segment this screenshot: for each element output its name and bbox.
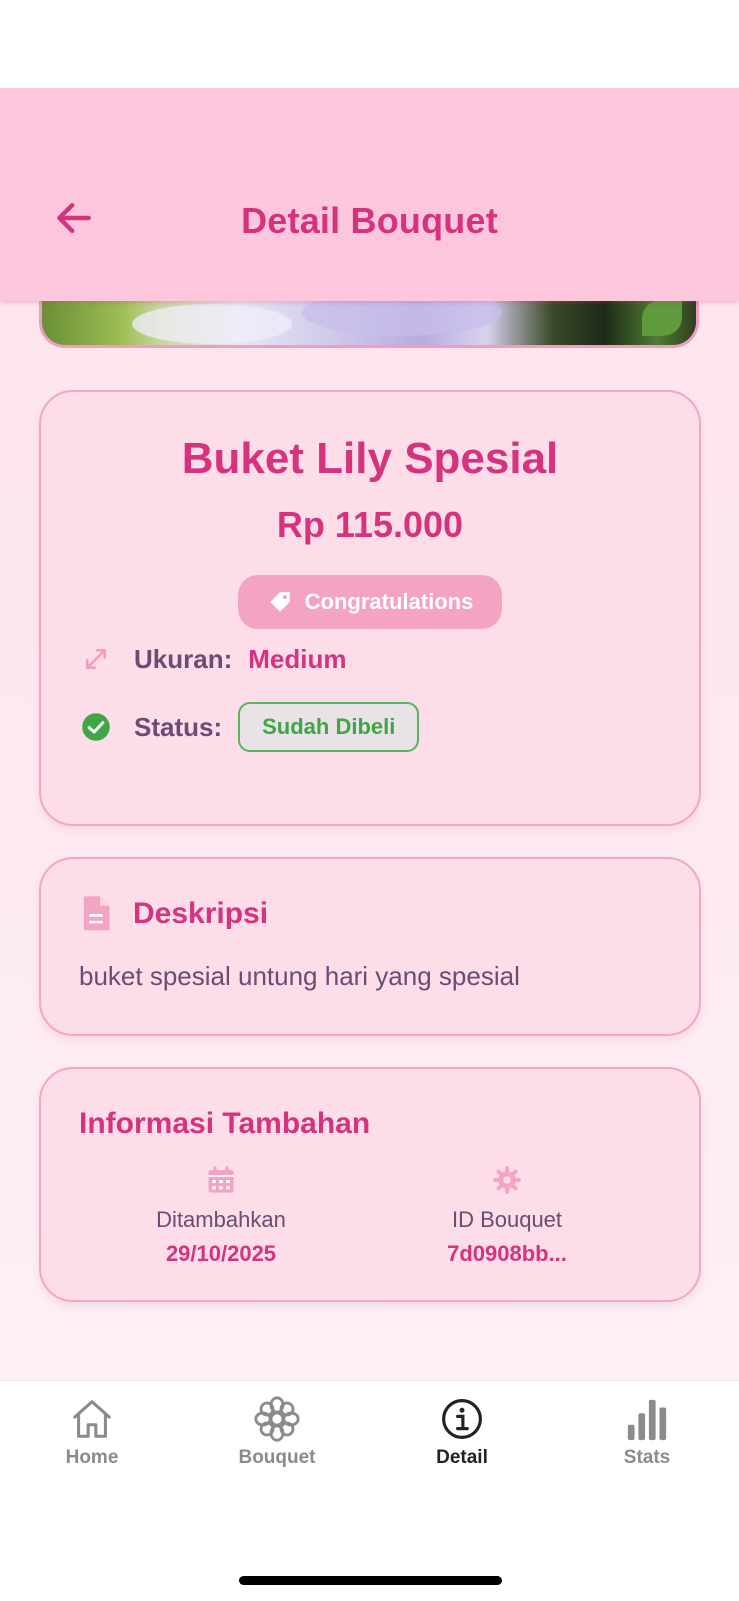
bouquet-price: Rp 115.000	[276, 504, 464, 545]
status-label: Status:	[134, 711, 223, 742]
flower-icon	[254, 1396, 300, 1442]
status-badge: Sudah Dibeli	[238, 702, 420, 752]
additional-info-card: Informasi Tambahan Ditambahkan 29/10/202…	[39, 1067, 701, 1302]
added-label: Ditambahkan	[156, 1207, 286, 1232]
bouquet-id-block: ID Bouquet 7d0908bb...	[377, 1165, 637, 1267]
bouquet-summary-card: Buket Lily Spesial Rp 115.000 Congratula…	[39, 390, 701, 826]
id-value: 7d0908bb...	[447, 1241, 567, 1266]
nav-home[interactable]: Home	[22, 1393, 162, 1469]
bouquet-name: Buket Lily Spesial	[181, 434, 559, 483]
bottom-navigation: Home Bouquet Detail Stats	[0, 1380, 739, 1601]
nav-bouquet-label: Bouquet	[238, 1447, 316, 1468]
id-label: ID Bouquet	[451, 1207, 563, 1232]
app-bar: Detail Bouquet	[0, 88, 739, 301]
bar-chart-icon	[627, 1399, 667, 1441]
nav-stats[interactable]: Stats	[577, 1393, 717, 1469]
size-row: Ukuran: Medium	[79, 642, 346, 676]
resize-icon	[79, 642, 113, 676]
home-indicator[interactable]	[239, 1576, 502, 1585]
calendar-icon	[208, 1166, 234, 1193]
nav-bouquet[interactable]: Bouquet	[207, 1393, 347, 1469]
size-value: Medium	[248, 643, 347, 674]
description-header: Deskripsi	[79, 895, 268, 933]
tag-icon	[269, 592, 290, 612]
info-icon	[442, 1399, 482, 1439]
page-title: Detail Bouquet	[241, 200, 498, 241]
occasion-chip: Congratulations	[238, 575, 502, 629]
info-title: Informasi Tambahan	[79, 1107, 371, 1140]
description-card: Deskripsi buket spesial untung hari yang…	[39, 857, 701, 1036]
bouquet-image	[39, 296, 699, 348]
size-label: Ukuran:	[134, 643, 233, 674]
description-title: Deskripsi	[133, 897, 269, 930]
occasion-label: Congratulations	[304, 589, 474, 614]
home-icon	[73, 1400, 111, 1438]
description-text: buket spesial untung hari yang spesial	[79, 961, 520, 991]
check-circle-icon	[79, 710, 113, 744]
nav-detail-label: Detail	[436, 1447, 488, 1468]
status-row: Status: Sudah Dibeli	[79, 702, 420, 752]
document-icon	[83, 896, 110, 931]
nav-home-label: Home	[65, 1447, 119, 1468]
added-value: 29/10/2025	[165, 1241, 277, 1266]
nav-stats-label: Stats	[623, 1447, 671, 1468]
gear-icon	[493, 1166, 521, 1194]
status-bar	[0, 0, 739, 88]
nav-detail[interactable]: Detail	[392, 1393, 532, 1469]
added-date-block: Ditambahkan 29/10/2025	[91, 1165, 351, 1267]
